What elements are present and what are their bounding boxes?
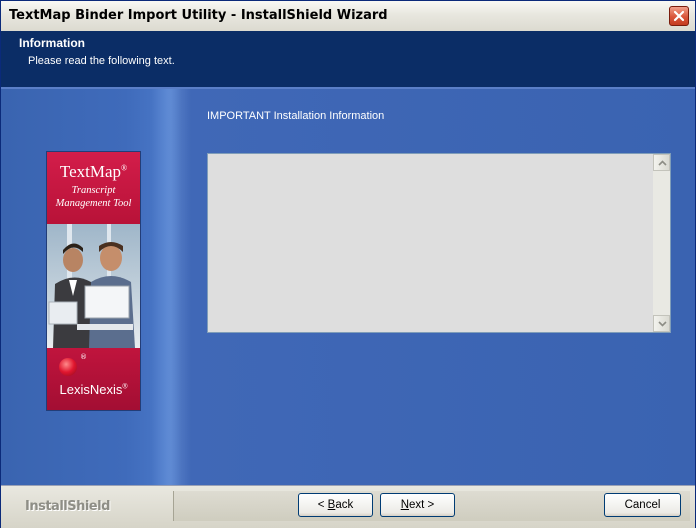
company-text: LexisNexis [59, 382, 123, 397]
footer-bar: InstallShield < Back Next > Cancel [1, 485, 695, 528]
next-button[interactable]: Next > [380, 493, 455, 517]
scroll-up-button[interactable] [653, 154, 670, 171]
header-title: Information [19, 36, 85, 50]
banner-top: TextMap® Transcript Management Tool [47, 152, 140, 224]
product-banner: TextMap® Transcript Management Tool ® Le… [47, 152, 140, 410]
next-access-key: N [400, 499, 410, 511]
company-mark: ® [122, 383, 128, 391]
info-textbox[interactable] [207, 153, 671, 333]
tagline-line-1: Transcript [71, 185, 116, 196]
lexisnexis-logo-icon [59, 358, 77, 376]
back-label: ack [335, 499, 354, 511]
window-title: TextMap Binder Import Utility - InstallS… [9, 8, 388, 23]
vertical-scrollbar[interactable] [653, 154, 670, 332]
chevron-up-icon [658, 160, 667, 166]
scroll-down-button[interactable] [653, 315, 670, 332]
main-panel: TextMap® Transcript Management Tool ® Le… [1, 89, 695, 485]
section-label: IMPORTANT Installation Information [207, 110, 385, 122]
banner-bottom: ® LexisNexis® [47, 348, 140, 410]
cancel-button[interactable]: Cancel [604, 493, 681, 517]
header-subtitle: Please read the following text. [28, 55, 175, 67]
next-label: ext > [409, 499, 435, 511]
close-button[interactable] [669, 6, 689, 26]
tagline-line-2: Management Tool [55, 198, 132, 209]
logo-mark: ® [80, 353, 87, 361]
brand-mark: ® [121, 163, 128, 173]
panel-glow [151, 89, 191, 485]
brand-text: TextMap [59, 162, 122, 181]
back-button[interactable]: < Back [298, 493, 373, 517]
back-prefix: < [317, 499, 328, 511]
header-panel: Information Please read the following te… [1, 31, 695, 87]
title-bar[interactable]: TextMap Binder Import Utility - InstallS… [1, 1, 695, 32]
wizard-window: TextMap Binder Import Utility - InstallS… [0, 0, 696, 528]
installshield-logo: InstallShield [25, 499, 110, 514]
brand-tagline: Transcript Management Tool [47, 184, 140, 210]
chevron-down-icon [658, 321, 667, 327]
brand-name: TextMap® [47, 162, 140, 182]
close-icon [673, 10, 685, 22]
banner-photo [47, 224, 140, 348]
company-name: LexisNexis® [47, 382, 140, 397]
people-at-computer-image [48, 224, 135, 348]
